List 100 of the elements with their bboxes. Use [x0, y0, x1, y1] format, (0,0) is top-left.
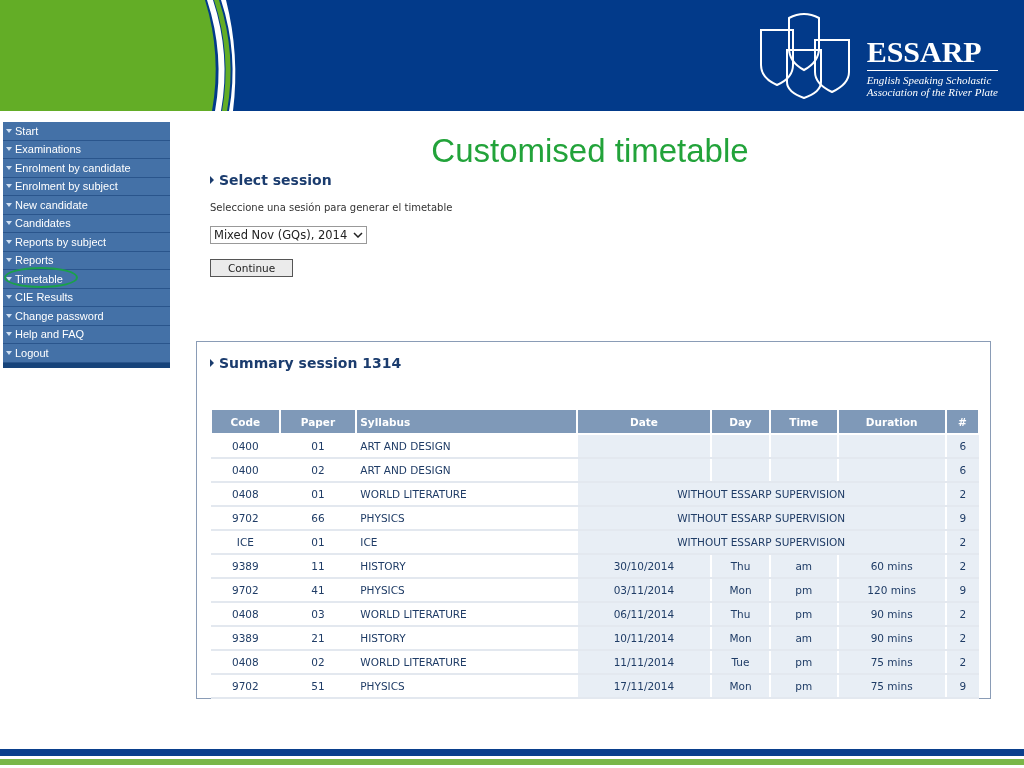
table-cell: 0408: [211, 650, 280, 674]
column-header: Code: [211, 409, 280, 434]
table-cell: 9: [945, 578, 979, 602]
table-cell: HISTORY: [356, 554, 577, 578]
table-cell: Mon: [711, 674, 770, 698]
table-cell: 75 mins: [837, 650, 946, 674]
arrow-icon: [6, 276, 12, 281]
arrow-icon: [6, 258, 12, 263]
menu-item[interactable]: Start: [3, 122, 170, 141]
table-cell: 10/11/2014: [576, 626, 712, 650]
menu-item[interactable]: Help and FAQ: [3, 325, 170, 344]
menu-item[interactable]: Change password: [3, 307, 170, 326]
menu-item[interactable]: Enrolment by candidate: [3, 159, 170, 178]
arrow-icon: [6, 128, 12, 133]
table-cell: 30/10/2014: [576, 554, 712, 578]
section-heading: Summary session 1314: [219, 355, 402, 371]
table-cell: 11/11/2014: [576, 650, 712, 674]
arrow-icon: [6, 313, 12, 318]
arrow-icon: [6, 350, 12, 355]
table-cell: 0400: [211, 458, 280, 482]
table-cell: Tue: [711, 650, 770, 674]
menu-item[interactable]: Enrolment by subject: [3, 177, 170, 196]
column-header: Syllabus: [356, 409, 577, 434]
column-header: Paper: [279, 409, 357, 434]
continue-button[interactable]: Continue: [210, 259, 294, 277]
table-cell: WORLD LITERATURE: [356, 482, 577, 506]
column-header: Time: [769, 409, 838, 434]
table-cell: 9389: [211, 626, 280, 650]
section-heading: Select session: [219, 172, 332, 188]
table-cell: 2: [945, 650, 979, 674]
table-cell: HISTORY: [356, 626, 577, 650]
table-cell: WITHOUT ESSARP SUPERVISION: [576, 530, 946, 554]
logo-wordmark: ESSARP: [866, 36, 998, 71]
arrow-icon: [6, 184, 12, 189]
table-cell: 9: [945, 506, 979, 530]
triangle-icon: [210, 176, 214, 184]
table-cell: 90 mins: [837, 602, 946, 626]
table-cell: am: [769, 554, 838, 578]
menu-item[interactable]: New candidate: [3, 196, 170, 215]
table-cell: 75 mins: [837, 674, 946, 698]
table-cell: PHYSICS: [356, 506, 577, 530]
table-cell: 2: [945, 554, 979, 578]
triangle-icon: [210, 359, 214, 367]
arrow-icon: [6, 332, 12, 337]
logo-tagline: Association of the River Plate: [866, 86, 998, 98]
table-cell: 90 mins: [837, 626, 946, 650]
table-cell: PHYSICS: [356, 674, 577, 698]
arrow-icon: [6, 221, 12, 226]
menu-item[interactable]: Logout: [3, 344, 170, 363]
page-title: Customised timetable: [430, 132, 750, 171]
arrow-icon: [6, 239, 12, 244]
menu-item[interactable]: Examinations: [3, 140, 170, 159]
arrow-icon: [6, 165, 12, 170]
column-header: Duration: [837, 409, 946, 434]
session-dropdown[interactable]: Mixed Nov (GQs), 2014: [210, 226, 368, 244]
table-cell: ICE: [211, 530, 280, 554]
menu-item[interactable]: CIE Results: [3, 288, 170, 307]
table-cell: 17/11/2014: [576, 674, 712, 698]
chevron-down-icon: [353, 232, 364, 238]
column-header: Day: [711, 409, 770, 434]
table-cell: Thu: [711, 554, 770, 578]
table-cell: 2: [945, 530, 979, 554]
table-cell: 03/11/2014: [576, 578, 712, 602]
table-cell: 9: [945, 674, 979, 698]
arrow-icon: [6, 147, 12, 152]
table-cell: Thu: [711, 602, 770, 626]
menu-item[interactable]: Reports by subject: [3, 233, 170, 252]
table-cell: WITHOUT ESSARP SUPERVISION: [576, 506, 946, 530]
table-cell: 120 mins: [837, 578, 946, 602]
table-cell: 6: [945, 458, 979, 482]
table-cell: WITHOUT ESSARP SUPERVISION: [576, 482, 946, 506]
menu-item[interactable]: Candidates: [3, 214, 170, 233]
arrow-icon: [6, 202, 12, 207]
table-cell: 9702: [211, 506, 280, 530]
menu-item[interactable]: Reports: [3, 251, 170, 270]
table-cell: ICE: [356, 530, 577, 554]
table-cell: 0408: [211, 602, 280, 626]
table-cell: pm: [769, 578, 838, 602]
arrow-icon: [6, 295, 12, 300]
table-cell: 2: [945, 482, 979, 506]
instruction-text: Seleccione una sesión para generar el timetable: [210, 202, 453, 213]
table-cell: pm: [769, 602, 838, 626]
table-cell: 9702: [211, 578, 280, 602]
table-cell: 2: [945, 626, 979, 650]
table-cell: 60 mins: [837, 554, 946, 578]
table-cell: PHYSICS: [356, 578, 577, 602]
table-cell: pm: [769, 650, 838, 674]
table-cell: WORLD LITERATURE: [356, 650, 577, 674]
logo-tagline: English Speaking Scholastic: [866, 74, 993, 86]
menu-item[interactable]: Timetable: [3, 270, 170, 289]
table-cell: 06/11/2014: [576, 602, 712, 626]
table-cell: WORLD LITERATURE: [356, 602, 577, 626]
table-cell: 2: [945, 602, 979, 626]
table-cell: pm: [769, 674, 838, 698]
table-cell: 0408: [211, 482, 280, 506]
table-cell: 9389: [211, 554, 280, 578]
column-header: #: [945, 409, 979, 434]
table-cell: 9702: [211, 674, 280, 698]
table-cell: am: [769, 626, 838, 650]
table-cell: Mon: [711, 626, 770, 650]
